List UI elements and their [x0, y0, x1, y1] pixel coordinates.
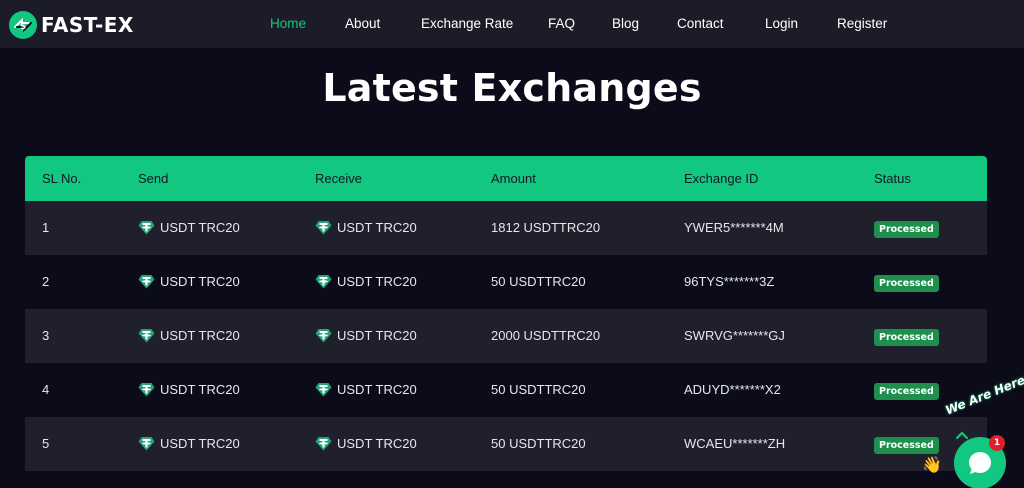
column-header-status: Status	[874, 171, 911, 186]
status-badge: Processed	[874, 383, 939, 400]
receive-currency-label: USDT TRC20	[337, 274, 417, 289]
nav-about[interactable]: About	[345, 16, 380, 31]
row-sl: 5	[42, 436, 50, 451]
receive-currency-label: USDT TRC20	[337, 436, 417, 451]
row-exchange-id: ADUYD*******X2	[684, 382, 781, 397]
receive-currency-label: USDT TRC20	[337, 328, 417, 343]
table-row: 1 USDT TRC20 USDT TRC20 1812 USDTTRC20 Y…	[25, 201, 987, 255]
table-row: 4 USDT TRC20 USDT TRC20 50 USDTTRC20 ADU…	[25, 363, 987, 417]
tether-icon	[138, 437, 155, 451]
row-exchange-id: 96TYS*******3Z	[684, 274, 775, 289]
status-badge: Processed	[874, 437, 939, 454]
receive-currency: USDT TRC20	[315, 382, 417, 397]
row-sl: 1	[42, 220, 50, 235]
row-exchange-id: SWRVG*******GJ	[684, 328, 785, 343]
nav-login[interactable]: Login	[765, 16, 798, 31]
receive-currency: USDT TRC20	[315, 220, 417, 235]
column-header-amount: Amount	[491, 171, 536, 186]
nav-home[interactable]: Home	[270, 16, 306, 31]
send-currency: USDT TRC20	[138, 382, 240, 397]
tether-icon	[315, 437, 332, 451]
tether-icon	[315, 329, 332, 343]
status-badge: Processed	[874, 275, 939, 292]
send-currency-label: USDT TRC20	[160, 436, 240, 451]
tether-icon	[315, 275, 332, 289]
column-header-exchange-id: Exchange ID	[684, 171, 759, 186]
tether-icon	[138, 329, 155, 343]
send-currency-label: USDT TRC20	[160, 274, 240, 289]
tether-icon	[315, 383, 332, 397]
chat-bubble-icon	[969, 452, 991, 474]
receive-currency-label: USDT TRC20	[337, 220, 417, 235]
row-exchange-id: WCAEU*******ZH	[684, 436, 786, 451]
chevron-up-icon[interactable]	[955, 430, 969, 440]
row-sl: 4	[42, 382, 50, 397]
site-header: $ FAST-EX Home About Exchange Rate FAQ B…	[0, 0, 1024, 48]
nav-register[interactable]: Register	[837, 16, 887, 31]
tether-icon	[138, 221, 155, 235]
waving-hand-icon: 👋	[922, 455, 942, 474]
column-header-sl: SL No.	[42, 171, 82, 186]
row-sl: 3	[42, 328, 50, 343]
status-badge: Processed	[874, 329, 939, 346]
nav-exchange-rate[interactable]: Exchange Rate	[421, 16, 513, 31]
page-title: Latest Exchanges	[322, 66, 702, 110]
row-amount: 2000 USDTTRC20	[491, 328, 601, 343]
row-amount: 50 USDTTRC20	[491, 436, 586, 451]
row-amount: 50 USDTTRC20	[491, 382, 586, 397]
column-header-send: Send	[138, 171, 169, 186]
receive-currency: USDT TRC20	[315, 328, 417, 343]
nav-contact[interactable]: Contact	[677, 16, 724, 31]
table-row: 3 USDT TRC20 USDT TRC20 2000 USDTTRC20 S…	[25, 309, 987, 363]
latest-exchanges-table: SL No. Send Receive Amount Exchange ID S…	[25, 156, 987, 471]
receive-currency-label: USDT TRC20	[337, 382, 417, 397]
send-currency: USDT TRC20	[138, 328, 240, 343]
status-badge: Processed	[874, 221, 939, 238]
table-header: SL No. Send Receive Amount Exchange ID S…	[25, 156, 987, 201]
nav-faq[interactable]: FAQ	[548, 16, 575, 31]
column-header-receive: Receive	[315, 171, 362, 186]
main-nav: Home About Exchange Rate FAQ Blog Contac…	[0, 0, 1024, 48]
send-currency: USDT TRC20	[138, 274, 240, 289]
send-currency-label: USDT TRC20	[160, 382, 240, 397]
tether-icon	[138, 383, 155, 397]
send-currency: USDT TRC20	[138, 436, 240, 451]
send-currency-label: USDT TRC20	[160, 328, 240, 343]
tether-icon	[138, 275, 155, 289]
table-row: 2 USDT TRC20 USDT TRC20 50 USDTTRC20 96T…	[25, 255, 987, 309]
unread-count-badge: 1	[989, 435, 1005, 451]
row-amount: 1812 USDTTRC20	[491, 220, 601, 235]
nav-blog[interactable]: Blog	[612, 16, 639, 31]
row-amount: 50 USDTTRC20	[491, 274, 586, 289]
send-currency: USDT TRC20	[138, 220, 240, 235]
receive-currency: USDT TRC20	[315, 274, 417, 289]
receive-currency: USDT TRC20	[315, 436, 417, 451]
row-sl: 2	[42, 274, 50, 289]
tether-icon	[315, 221, 332, 235]
row-exchange-id: YWER5*******4M	[684, 220, 784, 235]
send-currency-label: USDT TRC20	[160, 220, 240, 235]
table-row: 5 USDT TRC20 USDT TRC20 50 USDTTRC20 WCA…	[25, 417, 987, 471]
